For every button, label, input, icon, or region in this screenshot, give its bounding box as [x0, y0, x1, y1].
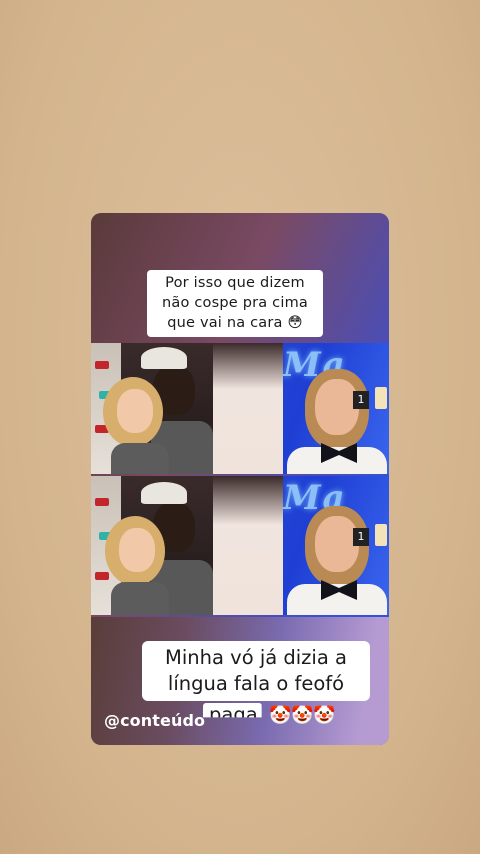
- bottom-caption-line-1: Minha vó já dizia a: [165, 646, 347, 669]
- number-sign: 1: [353, 391, 369, 409]
- man-cap: [141, 347, 187, 369]
- woman-body: [111, 582, 169, 615]
- top-caption-line-3: que vai na cara 😳: [167, 315, 303, 331]
- woman-body: [111, 443, 169, 474]
- top-caption-line-1: Por isso que dizem: [165, 275, 305, 291]
- selfie-photo-top: [91, 343, 213, 474]
- judge-figure: [213, 476, 283, 615]
- top-caption: Por isso que dizem não cospe pra cima qu…: [147, 270, 323, 337]
- clown-emoji-2: 🤡: [291, 705, 314, 726]
- account-handle[interactable]: @conteúdo: [104, 711, 205, 730]
- woman-face: [117, 389, 153, 433]
- clown-emoji-3: 🤡: [313, 705, 336, 726]
- tv-show-photo-top: Ma 1: [213, 343, 389, 474]
- judge-figure: [213, 343, 283, 474]
- selfie-photo-bottom: [91, 476, 213, 615]
- cup: [375, 387, 387, 409]
- story-card: Por isso que dizem não cospe pra cima qu…: [91, 213, 389, 745]
- cup: [375, 524, 387, 546]
- meme-photo-grid: Ma 1 Ma 1: [91, 343, 389, 615]
- bottom-caption-line-2: língua fala o feofó: [167, 672, 345, 695]
- clown-emoji-1: 🤡: [269, 705, 292, 726]
- top-caption-line-2: não cospe pra cima: [162, 295, 308, 311]
- tv-show-photo-bottom: Ma 1: [213, 476, 389, 615]
- number-sign: 1: [353, 528, 369, 546]
- woman-face: [119, 528, 155, 572]
- neon-sign: Ma: [283, 478, 347, 518]
- man-cap: [141, 482, 187, 504]
- bottom-caption: Minha vó já dizia a língua fala o feofó: [142, 641, 370, 701]
